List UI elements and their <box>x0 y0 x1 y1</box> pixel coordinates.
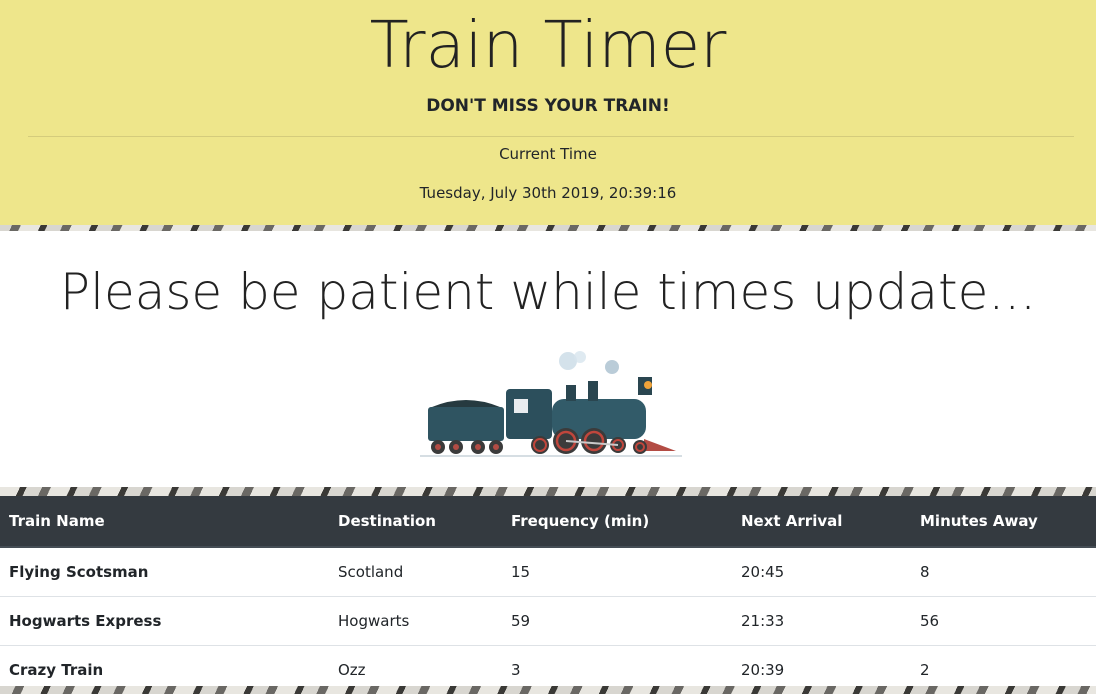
column-header-destination: Destination <box>329 496 502 547</box>
frequency-cell: 3 <box>502 646 732 694</box>
current-time-value: Tuesday, July 30th 2019, 20:39:16 <box>0 183 1096 203</box>
next-arrival-cell: 20:39 <box>732 646 911 694</box>
loading-message: Please be patient while times update... <box>0 259 1096 325</box>
destination-cell: Hogwarts <box>329 597 502 646</box>
column-header-frequency: Frequency (min) <box>502 496 732 547</box>
destination-cell: Ozz <box>329 646 502 694</box>
next-arrival-cell: 21:33 <box>732 597 911 646</box>
table-row: Hogwarts Express Hogwarts 59 21:33 56 <box>0 597 1096 646</box>
column-header-train-name: Train Name <box>0 496 329 547</box>
tagline: DON'T MISS YOUR TRAIN! <box>0 95 1096 117</box>
table-header-row: Train Name Destination Frequency (min) N… <box>0 496 1096 547</box>
current-time-label: Current Time <box>0 144 1096 164</box>
steam-train-image <box>418 347 684 459</box>
train-name-cell: Crazy Train <box>0 646 329 694</box>
train-schedule: Train Name Destination Frequency (min) N… <box>0 496 1096 686</box>
next-arrival-cell: 20:45 <box>732 547 911 597</box>
minutes-away-cell: 2 <box>911 646 1096 694</box>
divider <box>28 136 1074 137</box>
destination-cell: Scotland <box>329 547 502 597</box>
frequency-cell: 15 <box>502 547 732 597</box>
page-title: Train Timer <box>0 6 1096 86</box>
column-header-next-arrival: Next Arrival <box>732 496 911 547</box>
table-row: Crazy Train Ozz 3 20:39 2 <box>0 646 1096 694</box>
loading-banner: Please be patient while times update... <box>0 231 1096 487</box>
table-row: Flying Scotsman Scotland 15 20:45 8 <box>0 547 1096 597</box>
minutes-away-cell: 8 <box>911 547 1096 597</box>
column-header-minutes-away: Minutes Away <box>911 496 1096 547</box>
frequency-cell: 59 <box>502 597 732 646</box>
header-jumbotron: Train Timer DON'T MISS YOUR TRAIN! Curre… <box>0 0 1096 225</box>
train-table: Train Name Destination Frequency (min) N… <box>0 496 1096 694</box>
train-name-cell: Hogwarts Express <box>0 597 329 646</box>
minutes-away-cell: 56 <box>911 597 1096 646</box>
train-name-cell: Flying Scotsman <box>0 547 329 597</box>
